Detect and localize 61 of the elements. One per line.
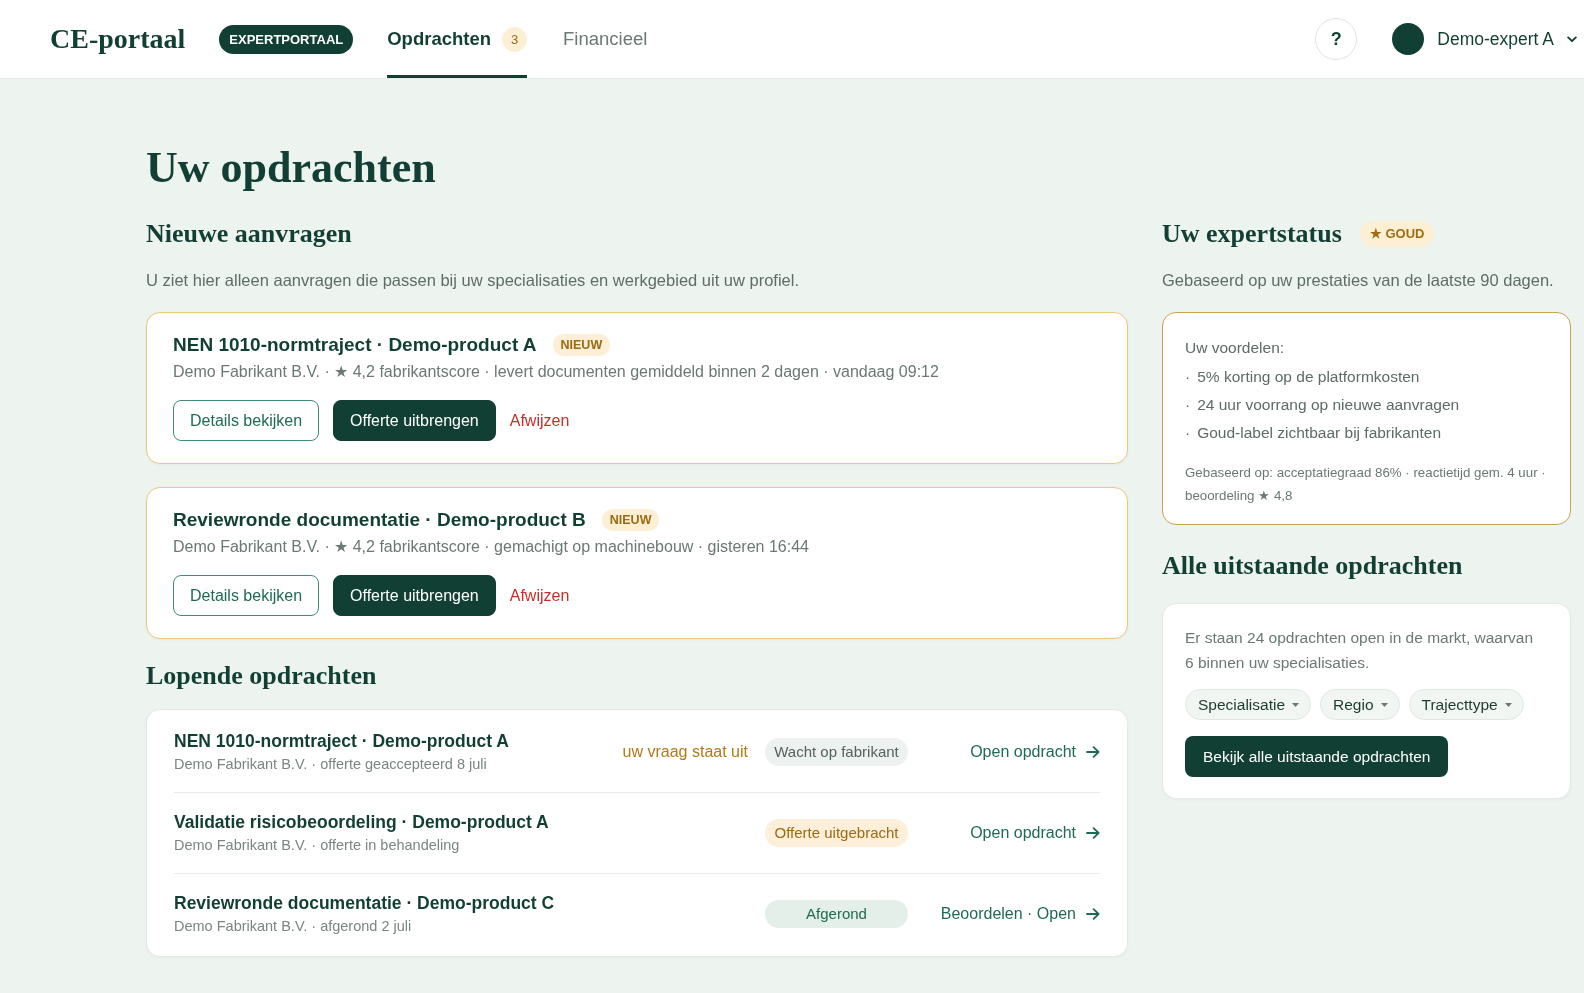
reject-button[interactable]: Afwijzen (505, 575, 574, 616)
section-heading: Uw expertstatus (1162, 218, 1342, 250)
bullet-marker: · (1185, 422, 1191, 443)
section-heading: Lopende opdrachten (146, 660, 378, 692)
arrow-right-icon (1086, 827, 1100, 839)
details-button[interactable]: Details bekijken (173, 575, 320, 616)
app-logo: CE-portaal (50, 22, 186, 56)
benefit-text: Goud-label zichtbaar bij fabrikanten (1197, 422, 1441, 443)
section-heading: Nieuwe aanvragen (146, 218, 353, 250)
assignment-subtitle: Demo Fabrikant B.V. · offerte geaccepteerd 8 juli (174, 755, 488, 774)
open-assignment-link[interactable]: Beoordelen · Open (940, 905, 1100, 923)
filter-dropdown[interactable]: Specialisatie (1185, 689, 1312, 720)
assignment-subtitle: Demo Fabrikant B.V. · offerte in behandeling (174, 836, 461, 855)
filter-dropdown[interactable]: Trajecttype (1408, 689, 1524, 720)
submit-quote-button[interactable]: Offerte uitbrengen (333, 400, 496, 441)
section-heading: Alle uitstaande opdrachten (1162, 550, 1464, 582)
avatar-icon (1392, 23, 1425, 55)
level-badge: ★ GOUD (1359, 221, 1435, 247)
status-badge: Offerte uitgebracht (765, 819, 908, 847)
status-note: uw vraag staat uit (622, 743, 748, 761)
open-assignment-link[interactable]: Open opdracht (970, 743, 1100, 761)
view-all-button[interactable]: Bekijk alle uitstaande opdrachten (1185, 736, 1449, 777)
filter-dropdown[interactable]: Regio (1320, 689, 1400, 720)
new-badge: NIEUW (601, 509, 660, 531)
status-badge: Wacht op fabrikant (765, 738, 908, 766)
page-title: Uw opdrachten (146, 142, 437, 194)
open-assignment-link[interactable]: Open opdracht (970, 824, 1100, 842)
caret-down-icon (1292, 702, 1300, 707)
count-badge: 3 (502, 26, 528, 52)
bullet-marker: · (1185, 394, 1191, 415)
caret-down-icon (1380, 702, 1388, 707)
caret-down-icon (1504, 702, 1512, 707)
nav-tab[interactable]: Financieel (563, 0, 648, 78)
section-description: Gebaseerd op uw prestaties van de laatste 90 dagen. (1162, 270, 1555, 291)
card-meta: Demo Fabrikant B.V. · ★ 4,2 fabrikantscore · levert documenten gemiddeld binnen 2 dagen · vandaag 09:12 (173, 362, 940, 382)
benefits-heading: Uw voordelen: (1185, 338, 1286, 358)
benefit-text: 24 uur voorrang op nieuwe aanvragen (1197, 394, 1460, 415)
portal-badge: EXPERTPORTAAL (219, 24, 354, 54)
chevron-down-icon (1567, 35, 1577, 43)
reject-button[interactable]: Afwijzen (505, 400, 574, 441)
assignment-title: NEN 1010-normtraject · Demo-product A (174, 730, 510, 752)
details-button[interactable]: Details bekijken (173, 400, 320, 441)
nav-tab[interactable]: Opdrachten 3 (387, 0, 528, 78)
help-button[interactable]: ? (1315, 18, 1358, 60)
market-summary: Er staan 24 opdrachten open in de markt, waarvan 6 binnen uw specialisaties. (1185, 628, 1535, 673)
status-footnote: Gebaseerd op: acceptatiegraad 86% · reactietijd gem. 4 uur · beoordeling ★ 4,8 (1185, 464, 1547, 505)
benefit-text: 5% korting op de platformkosten (1197, 366, 1420, 387)
card-title: NEN 1010-normtraject · Demo-product A (173, 333, 537, 357)
arrow-right-icon (1086, 746, 1100, 758)
user-menu[interactable]: Demo-expert A (1392, 23, 1577, 55)
assignment-subtitle: Demo Fabrikant B.V. · afgerond 2 juli (174, 917, 413, 936)
section-description: U ziet hier alleen aanvragen die passen bij uw specialisaties en werkgebied uit uw profiel. (146, 270, 801, 291)
new-badge: NIEUW (552, 334, 611, 356)
assignment-title: Reviewronde documentatie · Demo-product C (174, 892, 556, 914)
bullet-marker: · (1185, 366, 1191, 387)
submit-quote-button[interactable]: Offerte uitbrengen (333, 575, 496, 616)
status-badge: Afgerond (765, 900, 908, 928)
card-title: Reviewronde documentatie · Demo-product B (173, 508, 586, 532)
arrow-right-icon (1086, 908, 1100, 920)
card-meta: Demo Fabrikant B.V. · ★ 4,2 fabrikantscore · gemachigt op machinebouw · gisteren 16:44 (173, 537, 810, 557)
assignment-title: Validatie risicobeoordeling · Demo-product A (174, 811, 550, 833)
